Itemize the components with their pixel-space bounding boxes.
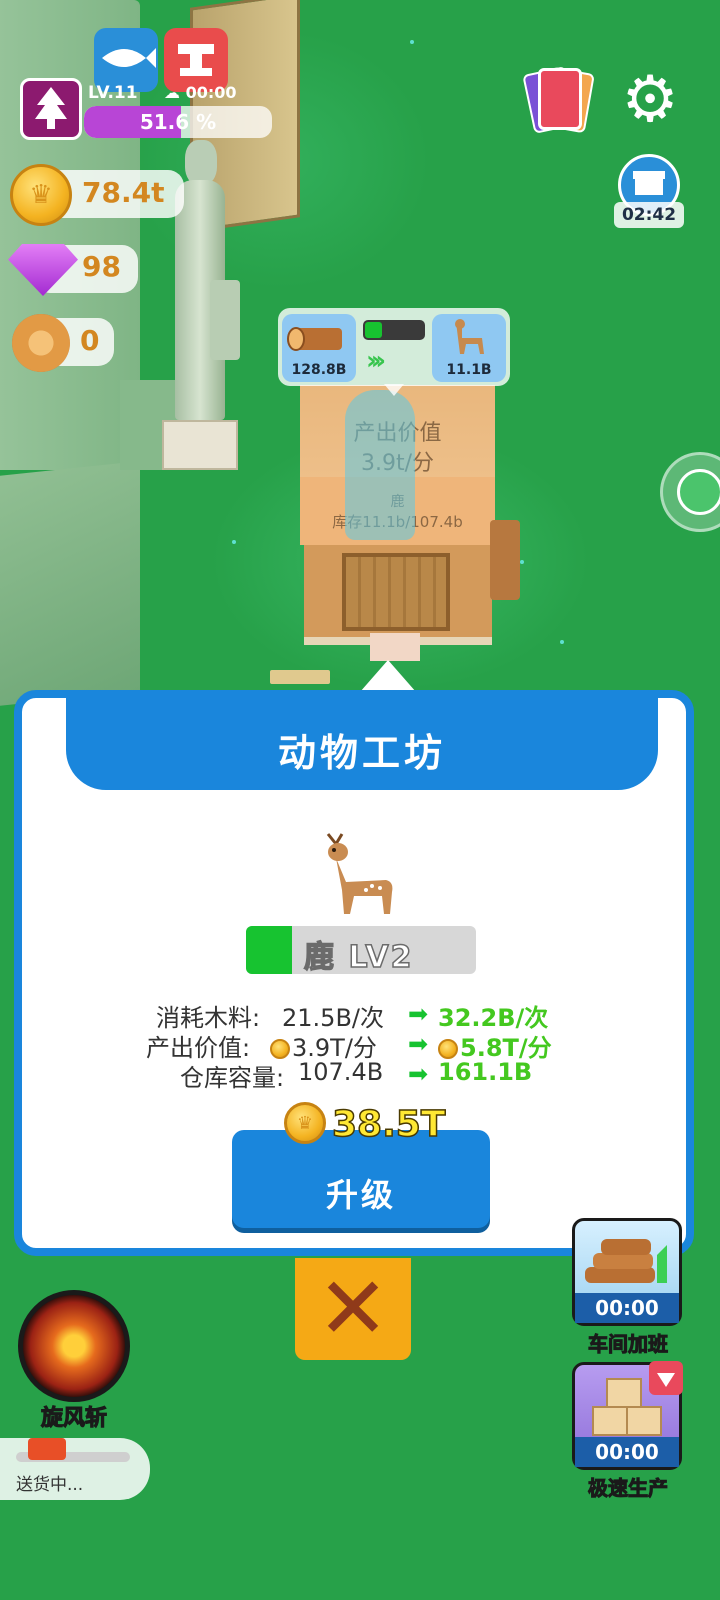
workshop-panel: 动物工坊 鹿 LV2 消耗木料: 21.5B/次 ➡ 32.2B/次 产出价值:… bbox=[14, 690, 694, 1256]
xp-percent: 51.6 % bbox=[139, 110, 217, 134]
coin-icon bbox=[10, 164, 72, 226]
upgrade-cost: 38.5T bbox=[331, 1103, 446, 1146]
wood-log-icon bbox=[287, 327, 342, 351]
log-pile bbox=[490, 520, 520, 600]
arrow-right-icon: ➡ bbox=[408, 1060, 429, 1088]
deer-icon bbox=[326, 833, 393, 914]
speed-production-label: 极速生产 bbox=[588, 1476, 669, 1501]
speed-production-timer: 00:00 bbox=[575, 1437, 679, 1467]
whirlwind-skill-button[interactable] bbox=[18, 1290, 130, 1402]
upgrade-label: 升级 bbox=[325, 1176, 396, 1214]
bubble-tail bbox=[384, 384, 404, 396]
stat-label: 仓库容量: bbox=[180, 1064, 285, 1092]
panel-header: 动物工坊 bbox=[66, 696, 658, 790]
close-icon: ✕ bbox=[316, 1259, 390, 1359]
stat-old-value: 107.4B bbox=[298, 1058, 384, 1086]
player-level: LV.11 bbox=[88, 83, 138, 103]
worker-character bbox=[345, 390, 415, 540]
sparkle bbox=[560, 640, 564, 644]
tree-icon bbox=[35, 87, 67, 129]
sparkle bbox=[520, 560, 524, 564]
coin-icon bbox=[270, 1039, 290, 1059]
coin-icon bbox=[438, 1039, 458, 1059]
wood-icon bbox=[12, 314, 70, 372]
cards-button[interactable] bbox=[522, 66, 595, 136]
overtime-timer: 00:00 bbox=[575, 1293, 679, 1323]
panel-pointer bbox=[360, 660, 416, 692]
weather-timer: ☁ 00:00 bbox=[164, 83, 237, 102]
close-button[interactable]: ✕ bbox=[295, 1258, 411, 1360]
overtime-label: 车间加班 bbox=[588, 1332, 669, 1357]
chat-icon bbox=[677, 469, 720, 515]
delivery-status[interactable]: 送货中... bbox=[0, 1438, 150, 1500]
speed-production-button[interactable]: 00:00 bbox=[572, 1361, 683, 1470]
plank bbox=[270, 670, 330, 684]
sparkle bbox=[232, 540, 236, 544]
arrow-right-icon: ››› bbox=[366, 346, 386, 376]
whirlwind-skill-label: 旋风斩 bbox=[40, 1406, 107, 1432]
sparkle bbox=[410, 40, 414, 44]
weather-timer-value: 00:00 bbox=[185, 83, 237, 102]
log-pile-icon bbox=[585, 1239, 667, 1283]
product-level: 鹿 LV2 bbox=[303, 939, 414, 974]
input-amount: 128.8B bbox=[291, 362, 347, 378]
production-progress bbox=[363, 320, 425, 340]
overtime-boost-button[interactable]: 00:00 bbox=[572, 1218, 682, 1326]
gear-icon[interactable]: ⚙ bbox=[620, 68, 680, 132]
coins-value: 78.4t bbox=[82, 176, 165, 209]
cliff-rock bbox=[0, 461, 140, 709]
shop-timer: 02:42 bbox=[614, 202, 684, 228]
stat-row-storage: 仓库容量: 107.4B ➡ 161.1B bbox=[22, 1058, 686, 1092]
truck-icon bbox=[28, 1438, 66, 1460]
stat-new-value: 161.1B bbox=[438, 1058, 533, 1086]
product-level-bar: 鹿 LV2 bbox=[246, 926, 476, 974]
arrow-right-icon: ➡ bbox=[408, 1030, 429, 1058]
xp-progress-bar: 51.6 % bbox=[84, 106, 272, 138]
coin-icon bbox=[284, 1102, 326, 1144]
wood-value: 0 bbox=[80, 324, 100, 357]
gem-icon bbox=[649, 1361, 683, 1395]
gems-value: 98 bbox=[82, 250, 121, 283]
production-bubble[interactable]: 128.8B ››› 11.1B bbox=[278, 308, 510, 386]
output-slot: 11.1B bbox=[432, 314, 506, 382]
output-amount: 11.1B bbox=[446, 362, 492, 378]
workshop-door bbox=[342, 553, 450, 631]
arrow-right-icon: ➡ bbox=[408, 1000, 429, 1028]
panel-title: 动物工坊 bbox=[277, 731, 446, 775]
deer-icon bbox=[455, 319, 484, 354]
input-slot: 128.8B bbox=[282, 314, 356, 382]
stat-row-output-value: 产出价值: 3.9T/分 ➡ 5.8T/分 bbox=[22, 1028, 686, 1062]
delivery-text: 送货中... bbox=[16, 1475, 84, 1495]
stat-row-wood-cost: 消耗木料: 21.5B/次 ➡ 32.2B/次 bbox=[22, 998, 686, 1032]
level-badge[interactable] bbox=[20, 78, 82, 140]
